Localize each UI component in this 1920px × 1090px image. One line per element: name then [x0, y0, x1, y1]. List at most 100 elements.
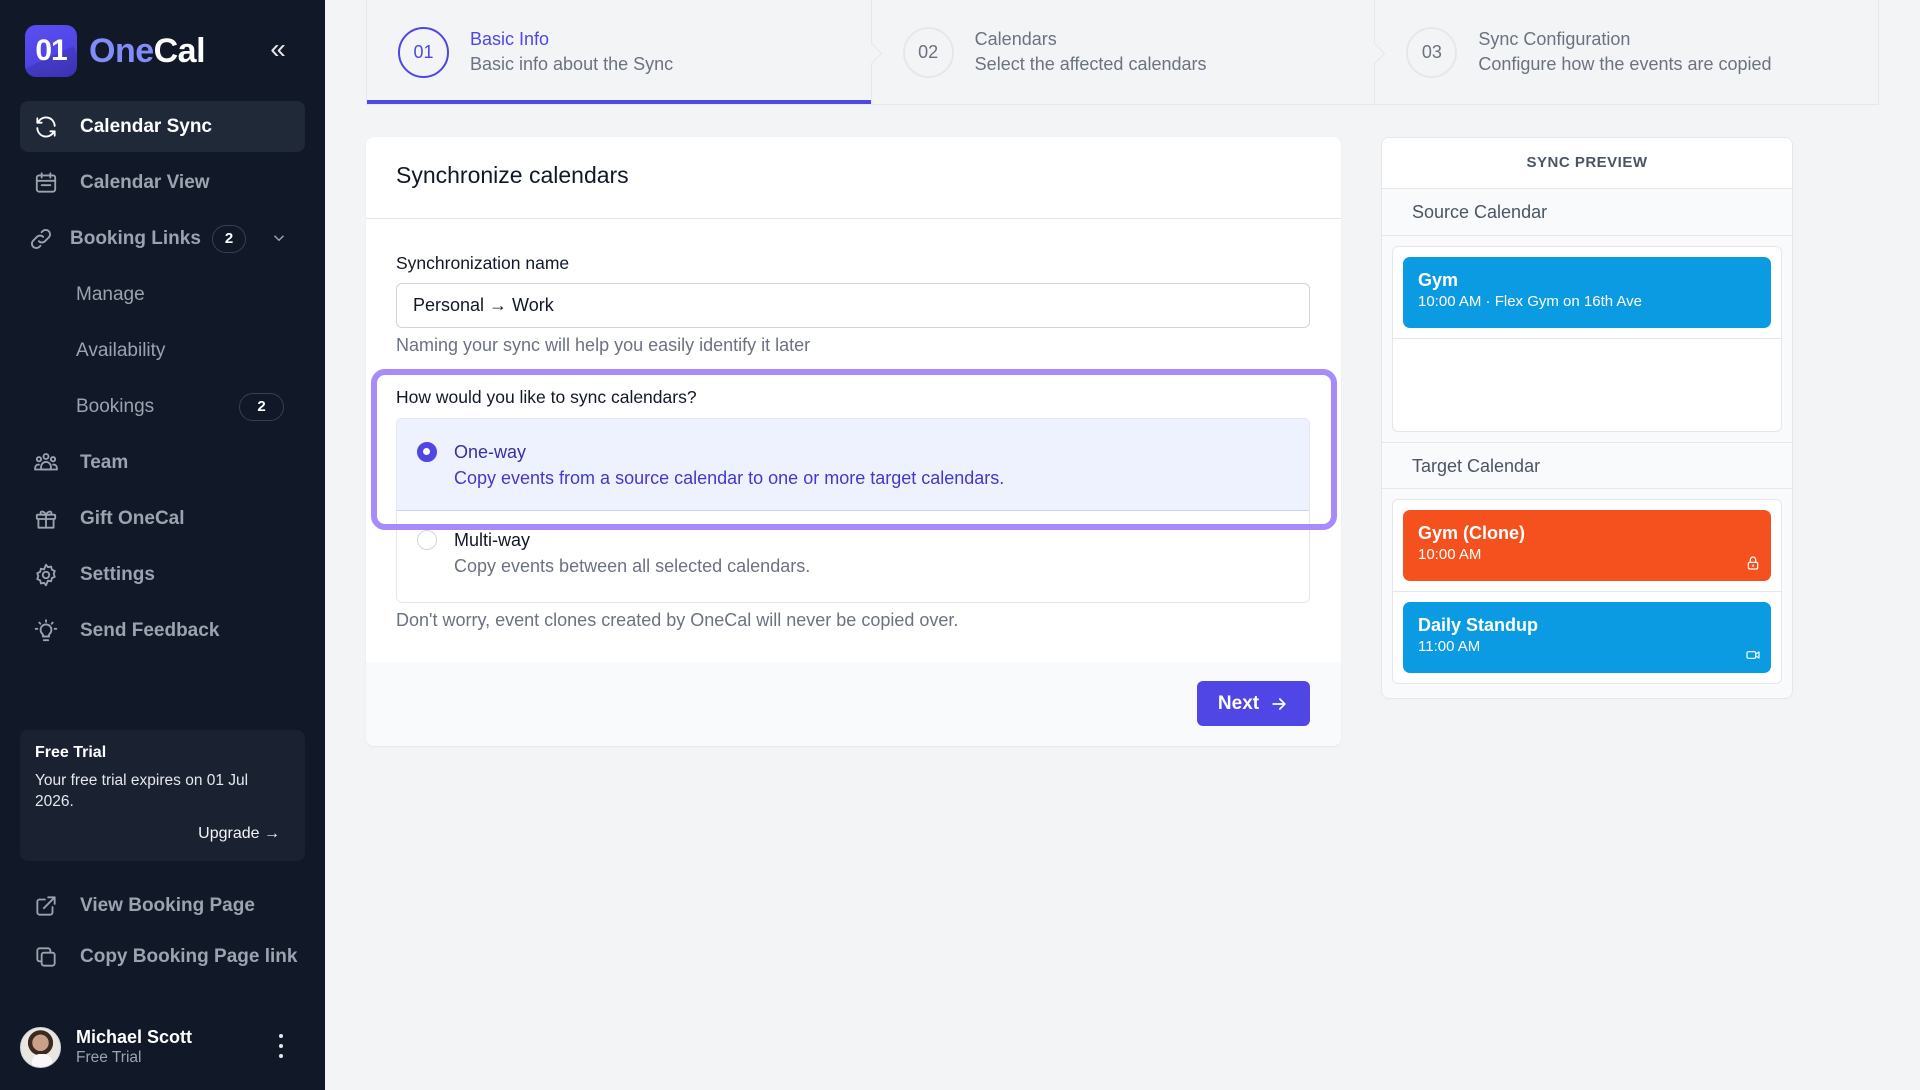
option-title: Multi-way	[454, 530, 531, 550]
sync-preview-title: SYNC PREVIEW	[1382, 138, 1792, 189]
sync-stepper: 01 Basic Info Basic info about the Sync …	[366, 0, 1879, 105]
lightbulb-icon	[32, 617, 60, 645]
step-description: Basic info about the Sync	[470, 54, 674, 74]
sidebar-item-send-feedback[interactable]: Send Feedback	[20, 605, 305, 656]
step-title: Sync Configuration	[1478, 29, 1631, 49]
source-calendar-box: Gym 10:00 AM · Flex Gym on 16th Ave	[1392, 246, 1782, 432]
sync-name-label: Synchronization name	[396, 253, 570, 273]
source-calendar-label: Source Calendar	[1382, 189, 1792, 236]
arrow-right-icon	[1272, 697, 1286, 710]
step-number: 02	[902, 26, 954, 78]
sidebar-item-booking-links[interactable]: Booking Links 2	[20, 213, 305, 264]
video-icon	[1745, 647, 1761, 663]
gift-icon	[32, 505, 60, 533]
event-gym-clone: Gym (Clone) 10:00 AM	[1403, 510, 1771, 581]
option-title: One-way	[454, 442, 527, 462]
sidebar-item-bookings[interactable]: Bookings 2	[20, 381, 305, 432]
sidebar-item-label: Availability	[76, 339, 166, 361]
page-title: Synchronize calendars	[396, 162, 629, 188]
copy-booking-page-link[interactable]: Copy Booking Page link	[20, 931, 305, 982]
step-separator-chevron	[1374, 40, 1388, 68]
user-profile[interactable]: Michael Scott Free Trial	[20, 1025, 305, 1069]
chevron-down-icon[interactable]	[270, 229, 290, 249]
avatar	[20, 1026, 61, 1068]
step-calendars[interactable]: 02 Calendars Select the affected calenda…	[870, 0, 1375, 104]
target-calendar-label: Target Calendar	[1382, 442, 1792, 489]
step-separator-chevron	[871, 40, 885, 68]
sidebar-item-team[interactable]: Team	[20, 437, 305, 488]
event-title: Gym (Clone)	[1418, 523, 1526, 543]
link-icon	[27, 225, 55, 253]
sidebar-item-label: Booking Links	[70, 227, 201, 249]
sidebar-item-label: Settings	[80, 563, 155, 585]
card-header: Synchronize calendars	[366, 137, 1341, 219]
gear-icon	[32, 561, 60, 589]
sidebar-item-label: Team	[80, 451, 129, 473]
next-button[interactable]: Next	[1197, 681, 1310, 726]
brand-name: OneCal	[89, 31, 206, 70]
sidebar-item-manage[interactable]: Manage	[20, 269, 305, 320]
event-gym: Gym 10:00 AM · Flex Gym on 16th Ave	[1403, 257, 1771, 328]
option-description: Copy events between all selected calenda…	[454, 556, 811, 576]
sync-name-input[interactable]	[396, 283, 1310, 328]
sidebar-nav: Calendar Sync Calendar View Booking Link…	[20, 101, 305, 661]
target-calendar-box: Gym (Clone) 10:00 AM Daily Standup 11:00…	[1392, 499, 1782, 684]
footer-link-label: Copy Booking Page link	[80, 945, 298, 967]
sidebar: 01 OneCal « Calendar Sync Calendar View …	[0, 0, 325, 1090]
clone-note: Don't worry, event clones created by One…	[396, 610, 959, 630]
option-one-way[interactable]: One-way Copy events from a source calend…	[397, 419, 1309, 511]
step-number: 01	[398, 26, 449, 78]
option-description: Copy events from a source calendar to on…	[454, 468, 1005, 488]
sync-preview-panel: SYNC PREVIEW Source Calendar Gym 10:00 A…	[1381, 137, 1793, 699]
step-sync-configuration[interactable]: 03 Sync Configuration Configure how the …	[1374, 0, 1878, 104]
radio-multi-way[interactable]	[417, 530, 437, 550]
divider	[1393, 338, 1781, 339]
sidebar-item-gift-onecal[interactable]: Gift OneCal	[20, 493, 305, 544]
sync-type-radio-group: One-way Copy events from a source calend…	[396, 418, 1310, 603]
step-title: Calendars	[974, 29, 1057, 49]
user-plan: Free Trial	[76, 1049, 142, 1066]
user-name: Michael Scott	[76, 1027, 193, 1047]
event-subtitle: 11:00 AM	[1418, 638, 1481, 655]
sync-type-question: How would you like to sync calendars?	[396, 387, 697, 407]
event-title: Gym	[1418, 270, 1459, 290]
sidebar-item-calendar-sync[interactable]: Calendar Sync	[20, 101, 305, 152]
option-multi-way[interactable]: Multi-way Copy events between all select…	[397, 511, 1309, 602]
sidebar-item-availability[interactable]: Availability	[20, 325, 305, 376]
sidebar-item-label: Bookings	[76, 395, 155, 417]
sidebar-item-label: Calendar View	[80, 171, 210, 193]
free-trial-card: Free Trial Your free trial expires on 01…	[20, 730, 305, 861]
external-link-icon	[32, 892, 60, 920]
upgrade-link[interactable]: Upgrade →	[198, 825, 280, 843]
card-footer: Next	[366, 662, 1341, 746]
event-title: Daily Standup	[1418, 615, 1539, 635]
sidebar-item-settings[interactable]: Settings	[20, 549, 305, 600]
bookings-count-badge: 2	[239, 392, 284, 421]
sidebar-item-calendar-view[interactable]: Calendar View	[20, 157, 305, 208]
onecal-logo: 01	[25, 25, 77, 77]
step-description: Select the affected calendars	[974, 54, 1207, 74]
user-info: Michael Scott Free Trial	[76, 1026, 192, 1068]
booking-links-count-badge: 2	[212, 224, 246, 253]
event-daily-standup: Daily Standup 11:00 AM	[1403, 602, 1771, 673]
step-basic-info[interactable]: 01 Basic Info Basic info about the Sync	[367, 0, 871, 104]
event-subtitle: 10:00 AM	[1418, 546, 1482, 563]
view-booking-page-link[interactable]: View Booking Page	[20, 880, 305, 931]
trial-title: Free Trial	[35, 744, 107, 761]
radio-one-way[interactable]	[417, 442, 437, 462]
step-description: Configure how the events are copied	[1478, 54, 1772, 74]
more-vertical-icon[interactable]	[275, 1031, 287, 1061]
calendar-icon	[32, 169, 60, 197]
sync-form-card: Synchronize calendars Synchronization na…	[366, 137, 1341, 746]
event-subtitle: 10:00 AM · Flex Gym on 16th Ave	[1418, 293, 1643, 310]
sync-name-help: Naming your sync will help you easily id…	[396, 335, 811, 355]
collapse-sidebar-button[interactable]: «	[263, 34, 293, 66]
sync-icon	[32, 113, 60, 141]
step-number: 03	[1406, 26, 1458, 78]
copy-icon	[32, 943, 60, 971]
step-title: Basic Info	[470, 29, 550, 49]
sidebar-item-label: Gift OneCal	[80, 507, 185, 529]
brand[interactable]: 01 OneCal	[25, 25, 206, 77]
sidebar-item-label: Send Feedback	[80, 619, 220, 641]
sidebar-item-label: Calendar Sync	[80, 115, 212, 137]
